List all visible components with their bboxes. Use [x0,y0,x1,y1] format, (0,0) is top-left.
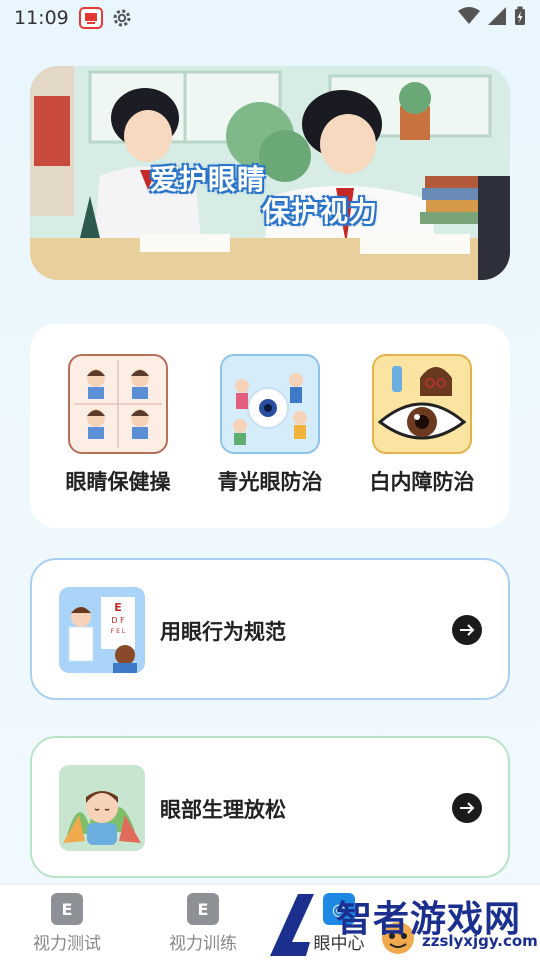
arrow-right-icon[interactable] [452,615,482,645]
glaucoma-thumbnail [220,354,320,454]
hero-banner[interactable]: 爱护眼睛 保护视力 [30,66,510,280]
cellular-signal-icon [488,7,506,29]
nav-vision-training[interactable]: E 视力训练 [148,893,258,954]
vision-test-icon: E [51,893,83,925]
nav-vision-test[interactable]: E 视力测试 [12,893,122,954]
nav-label: 视力测试 [33,934,101,954]
app-notification-icon [78,7,103,29]
svg-text:E: E [114,601,122,614]
watermark-logo-icon [270,894,314,956]
wifi-icon [458,7,480,29]
category-cataract[interactable]: 白内障防治 [347,354,497,496]
eye-chart-doctor-thumbnail: E D F F E L [59,587,145,673]
battery-charging-icon [514,6,526,30]
category-label: 青光眼防治 [217,470,323,494]
category-card: 眼睛保健操 青光眼防治 白内障防治 [30,324,510,528]
cataract-thumbnail [372,354,472,454]
watermark-domain: zzslyxjgy.com [422,932,538,950]
status-time: 11:09 [14,7,69,29]
eye-relax-card[interactable]: 眼部生理放松 [30,736,510,878]
eye-behavior-card[interactable]: E D F F E L 用眼行为规范 [30,558,510,700]
list-label: 眼部生理放松 [160,798,286,822]
nav-label: 视力训练 [169,934,237,954]
banner-slogan-line2: 保护视力 [262,195,379,228]
category-glaucoma[interactable]: 青光眼防治 [195,354,345,496]
settings-gear-icon [111,7,133,29]
status-bar: 11:09 [0,0,540,36]
category-eye-exercise[interactable]: 眼睛保健操 [43,354,193,496]
category-label: 白内障防治 [369,470,475,494]
svg-text:D F: D F [111,616,125,625]
site-watermark: 智者游戏网 zzslyxjgy.com [262,884,540,960]
banner-slogan-line1: 爱护眼睛 [150,163,267,196]
vision-training-icon: E [187,893,219,925]
svg-text:F E L: F E L [111,628,126,635]
list-label: 用眼行为规范 [160,620,286,644]
classroom-illustration [30,66,510,280]
relax-child-thumbnail [59,765,145,851]
arrow-right-icon[interactable] [452,793,482,823]
category-label: 眼睛保健操 [65,470,171,494]
eye-exercise-thumbnail [68,354,168,454]
